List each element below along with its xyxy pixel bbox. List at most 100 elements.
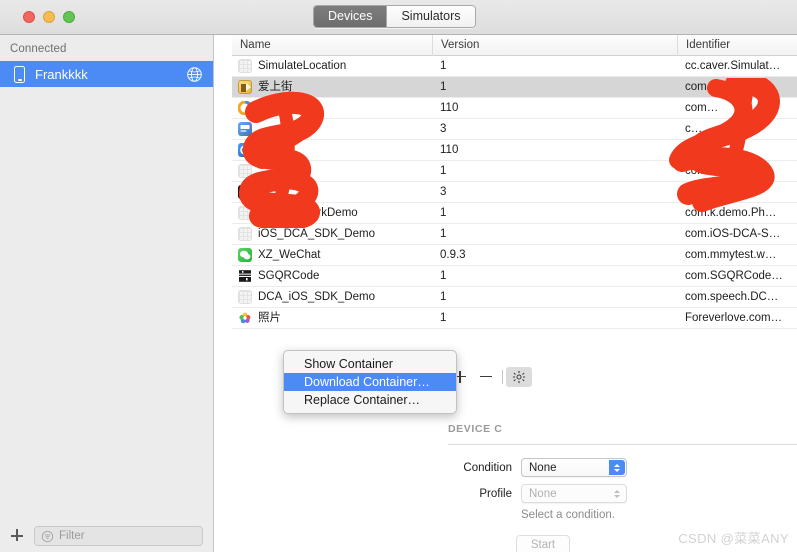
blue-round-icon [238,143,252,157]
minimize-button[interactable] [43,11,55,23]
cell-name: …FrameworkDemo [232,203,432,224]
table-row[interactable]: iOS_DCA_SDK_Demo 1 com.iOS-DCA-S… [232,224,797,245]
table-row[interactable]: 110 …a… [232,140,797,161]
cell-name [232,140,432,161]
cell-version: 1 [440,206,447,219]
cell-name [232,119,432,140]
column-header-name[interactable]: Name [232,35,432,56]
table-row[interactable]: SGQRCode 1 com.SGQRCode… [232,266,797,287]
cell-version: 1 [440,164,447,177]
cell-identifier: cc.caver.Simulat… [685,59,781,72]
tab-simulators[interactable]: Simulators [386,6,475,27]
cell-identifier: com… [685,101,719,114]
cell-identifier: c… [685,122,703,135]
placeholder-icon [238,290,252,304]
app-name-label: 爱上街 [258,80,293,93]
profile-select: None [521,484,627,503]
condition-value: None [529,461,557,474]
mode-segmented-control[interactable]: Devices Simulators [313,5,476,28]
app-name-label: SimulateLocation [258,59,347,72]
device-conditions-section-title: DEVICE C [448,423,503,435]
sidebar-section-connected: Connected [10,43,67,55]
orange-circle-icon [238,101,252,115]
deviceinfo-window: Devices Simulators Connected Frankkkk Fi… [0,0,797,552]
filter-field[interactable]: Filter [34,526,203,546]
phone-icon [14,65,25,83]
close-button[interactable] [23,11,35,23]
condition-hint: Select a condition. [521,509,615,521]
main-pane: Name Version Identifier SimulateLocation… [215,34,797,552]
cell-identifier: com.mmytest.w… [685,248,777,261]
photos-icon [238,311,252,325]
table-row[interactable]: 3 c… [232,119,797,140]
placeholder-icon [238,206,252,220]
table-row[interactable]: 1 com.d…net… [232,161,797,182]
start-button[interactable]: Start [516,535,570,552]
cell-version: 110 [440,143,459,156]
filter-placeholder: Filter [59,530,85,542]
container-context-menu: Show Container Download Container… Repla… [283,350,457,414]
wechat-icon [238,248,252,262]
cell-identifier: com.SGQRCode… [685,269,783,282]
table-row[interactable]: SimulateLocation 1 cc.caver.Simulat… [232,56,797,77]
condition-label: Condition [463,461,512,474]
placeholder-icon [238,59,252,73]
cell-name: SGQRCode [232,266,432,287]
app-name-label: XZ_WeChat [258,248,321,261]
table-row[interactable]: DCA_iOS_SDK_Demo 1 com.speech.DC… [232,287,797,308]
cell-version: 1 [440,80,447,93]
table-row[interactable]: 110 com… [232,98,797,119]
toolbar-divider [502,370,503,384]
table-row[interactable]: …FrameworkDemo 1 com.k.demo.Ph… [232,203,797,224]
watermark: CSDN @菜菜ANY [678,531,789,546]
zoom-button[interactable] [63,11,75,23]
cell-identifier: com.speech.DC… [685,290,779,303]
menu-item-show-container[interactable]: Show Container [284,355,456,373]
apps-table-body: SimulateLocation 1 cc.caver.Simulat… 爱上街 1 co… [232,56,797,329]
cell-version: 3 [440,185,447,198]
sidebar-footer: Filter [0,520,213,552]
app-name-label: DCA_iOS_SDK_Demo [258,290,375,303]
condition-select[interactable]: None [521,458,627,477]
table-row[interactable]: 3 com.d…inet… [232,182,797,203]
window-titlebar: Devices Simulators [0,0,797,35]
cell-name [232,98,432,119]
profile-row: Profile None [448,484,627,503]
cell-version: 0.9.3 [440,248,466,261]
devices-sidebar: Connected Frankkkk Filter [0,35,214,552]
sidebar-item-frankkkk[interactable]: Frankkkk [0,61,213,87]
app-name-label: iOS_DCA_SDK_Demo [258,227,375,240]
camera-icon [238,185,252,199]
menu-item-download-container[interactable]: Download Container… [284,373,456,391]
app-name-label: SGQRCode [258,269,320,282]
add-device-button[interactable] [8,527,26,545]
column-header-identifier[interactable]: Identifier [677,34,797,56]
gear-icon[interactable] [506,367,532,387]
condition-row: Condition None [448,458,627,477]
cell-identifier: com.d…net… [685,164,756,177]
filter-icon [41,530,54,542]
cell-name: SimulateLocation [232,56,432,77]
cell-name [232,161,432,182]
window-controls [23,11,75,23]
cell-name: XZ_WeChat [232,245,432,266]
yellow-book-icon [238,80,252,94]
apps-table: Name Version Identifier SimulateLocation… [232,34,797,329]
table-row[interactable]: 照片 1 Foreverlove.com… [232,308,797,329]
minus-icon[interactable] [473,367,499,387]
placeholder-icon [238,164,252,178]
cell-identifier: com.91…w [685,80,743,93]
table-row[interactable]: XZ_WeChat 0.9.3 com.mmytest.w… [232,245,797,266]
device-name-label: Frankkkk [35,66,88,82]
menu-item-replace-container[interactable]: Replace Container… [284,391,456,409]
table-row[interactable]: 爱上街 1 com.91…w [232,77,797,98]
cell-identifier: Foreverlove.com… [685,311,783,324]
profile-label: Profile [479,487,512,500]
cell-name: 爱上街 [232,77,432,98]
tab-devices[interactable]: Devices [314,6,387,27]
column-header-version[interactable]: Version [432,34,677,56]
blue-doc-icon [238,122,252,136]
apps-table-toolbar [447,365,567,389]
app-name-label: 照片 [258,311,281,324]
cell-name: iOS_DCA_SDK_Demo [232,224,432,245]
